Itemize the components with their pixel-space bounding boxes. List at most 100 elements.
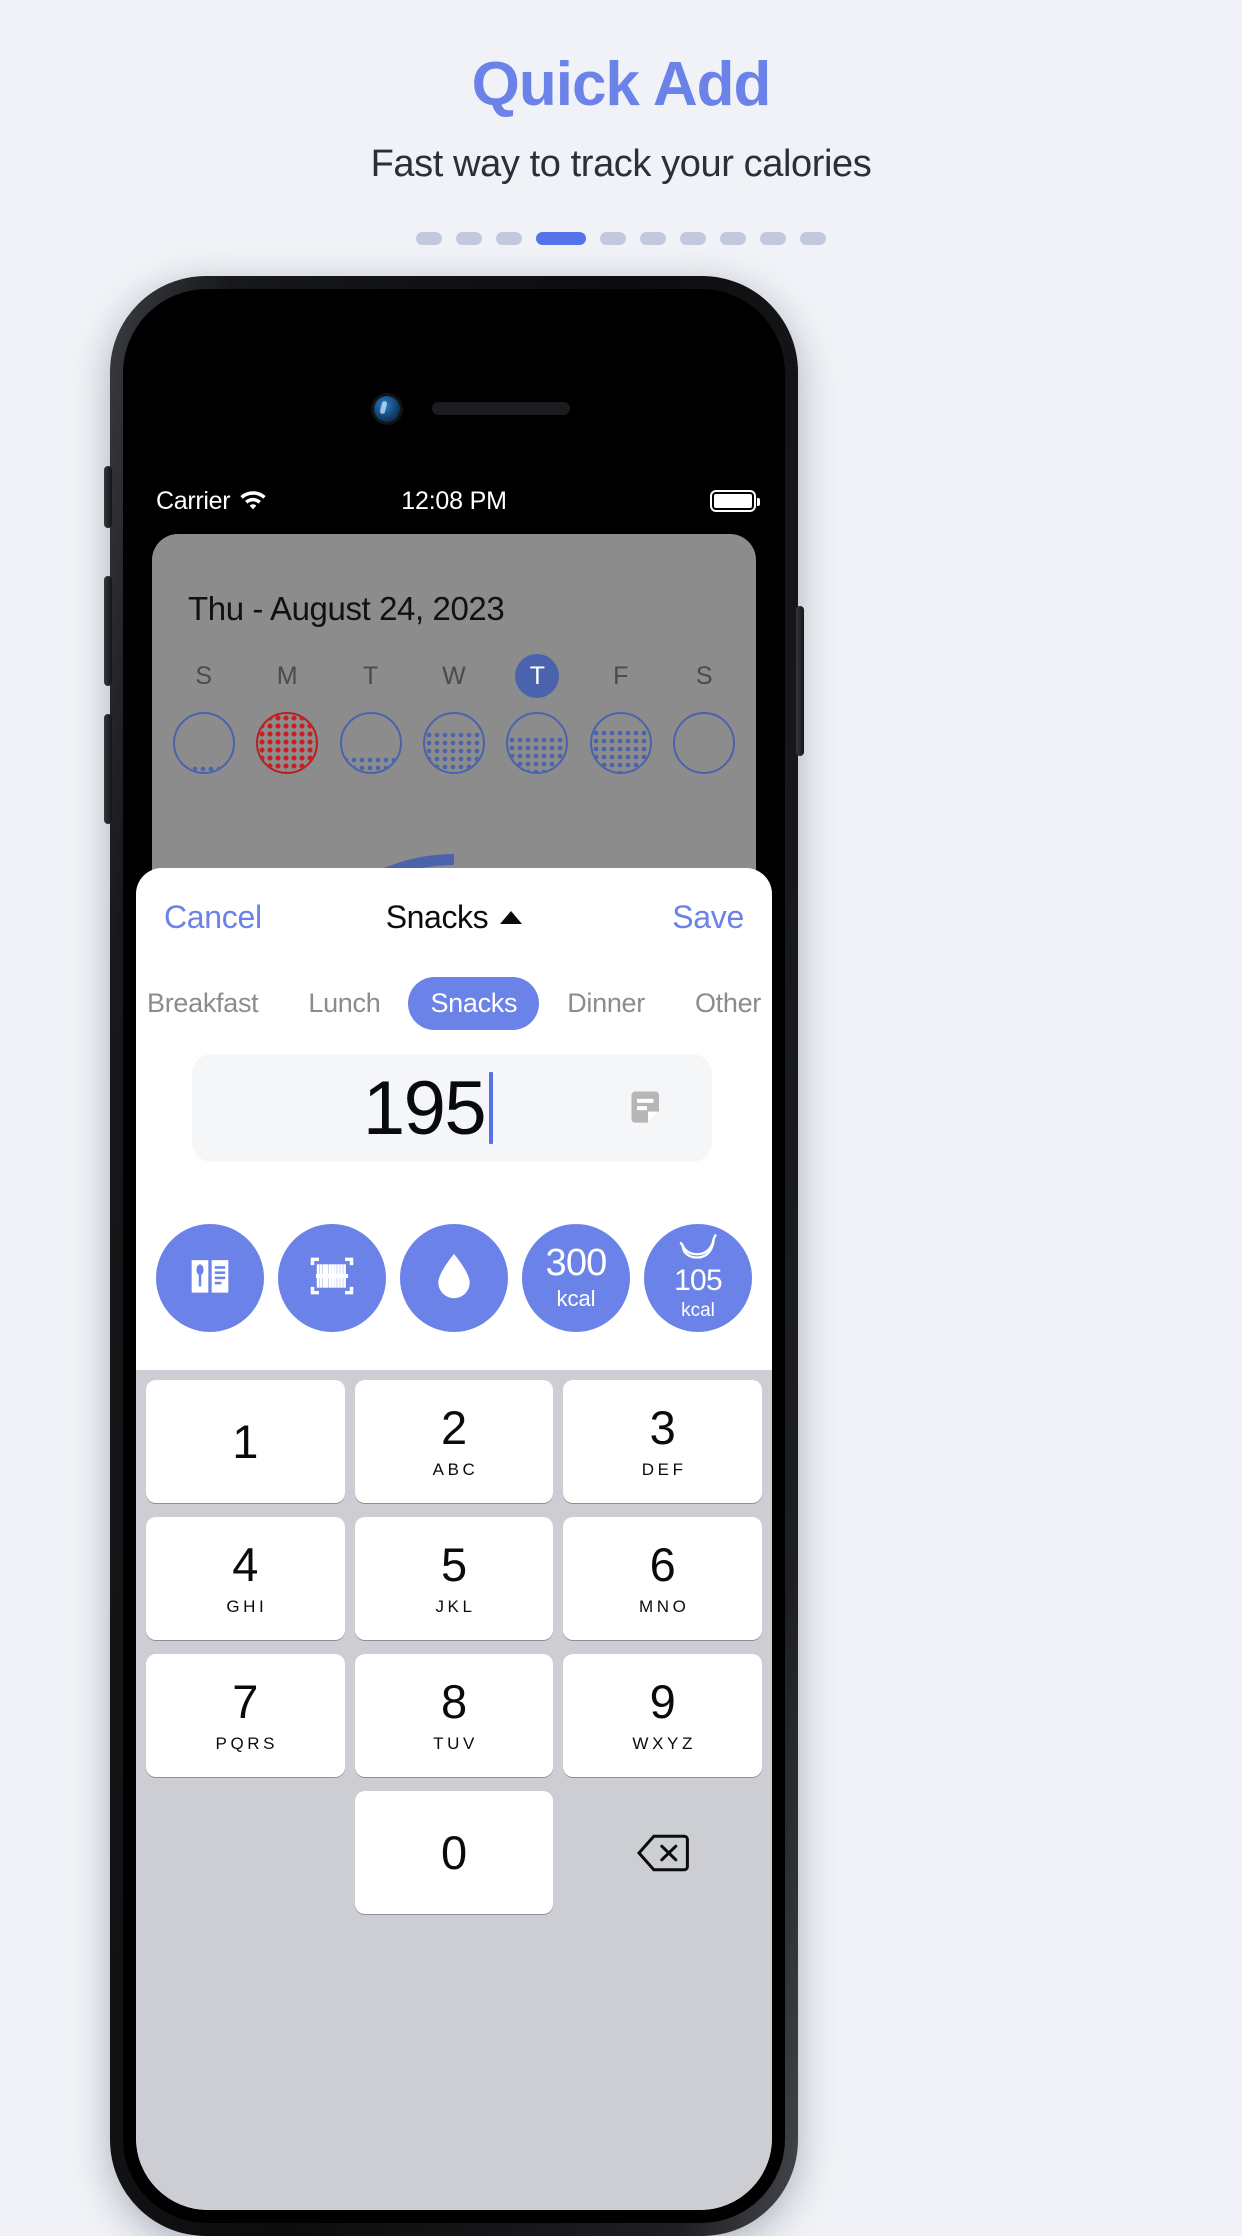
barcode-scan-icon xyxy=(306,1250,358,1307)
clock-label: 12:08 PM xyxy=(401,486,507,515)
chevron-up-icon xyxy=(500,910,523,924)
recipe-book-button[interactable] xyxy=(156,1224,264,1332)
keypad-key-0[interactable]: 0 xyxy=(354,1791,554,1914)
pagination-dots[interactable] xyxy=(0,230,1242,246)
week-day-label: T xyxy=(362,661,379,690)
volume-up-button[interactable] xyxy=(104,576,112,686)
keypad-key-7[interactable]: 7 PQRS xyxy=(146,1654,345,1777)
week-day-label: F xyxy=(613,661,629,690)
pagination-dot[interactable] xyxy=(456,231,482,245)
keypad-row: 7 PQRS 8 TUV 9 WXYZ xyxy=(141,1654,767,1777)
keypad-key-letters: JKL xyxy=(435,1596,476,1616)
quick-action-row[interactable]: 300 kcal 105 kcal xyxy=(136,1198,772,1358)
week-day-progress-ring xyxy=(256,712,319,774)
week-day[interactable]: S xyxy=(663,654,746,774)
pagination-dot[interactable] xyxy=(680,231,706,245)
quick-add-sheet: Cancel Snacks Save Breakfast Lunch Snacks D… xyxy=(136,868,772,2210)
progress-fill xyxy=(508,736,567,772)
pagination-dot[interactable] xyxy=(800,231,826,245)
keypad-key-letters: MNO xyxy=(638,1596,690,1616)
calorie-input-value-wrap: 195 xyxy=(192,1065,618,1152)
meal-tab-snacks[interactable]: Snacks xyxy=(408,976,540,1030)
sheet-title-label: Snacks xyxy=(385,898,489,935)
keypad-spacer xyxy=(146,1791,345,1914)
keypad-key-8[interactable]: 8 TUV xyxy=(354,1654,554,1777)
quick-300-kcal-button[interactable]: 300 kcal xyxy=(522,1224,630,1332)
quick-banana-button[interactable]: 105 kcal xyxy=(644,1224,752,1332)
keypad-key-number: 5 xyxy=(440,1537,468,1591)
barcode-scan-button[interactable] xyxy=(278,1224,386,1332)
keypad-key-letters: PQRS xyxy=(215,1733,279,1753)
progress-fill xyxy=(591,729,650,772)
page-title: Quick Add xyxy=(471,50,772,119)
week-day-progress-ring xyxy=(589,712,652,774)
week-day[interactable]: S xyxy=(162,654,245,774)
progress-fill xyxy=(258,714,317,772)
volume-down-button[interactable] xyxy=(104,714,112,824)
week-day-label: S xyxy=(195,661,213,690)
meal-tab-other[interactable]: Other xyxy=(673,977,772,1030)
battery-full-icon xyxy=(710,490,760,512)
meal-type-tabs[interactable]: Breakfast Lunch Snacks Dinner Other xyxy=(136,966,772,1040)
meal-tab-dinner[interactable]: Dinner xyxy=(545,977,667,1030)
week-day[interactable]: M xyxy=(245,654,328,774)
text-cursor xyxy=(489,1072,494,1144)
week-day[interactable]: F xyxy=(579,654,662,774)
pagination-dot[interactable] xyxy=(720,231,746,245)
keypad-key-number: 9 xyxy=(649,1674,676,1728)
note-icon[interactable] xyxy=(618,1086,678,1130)
keypad-key-number: 0 xyxy=(440,1826,468,1879)
week-strip[interactable]: SMTWTFS xyxy=(162,654,746,774)
keypad-key-number: 4 xyxy=(232,1537,259,1591)
keypad-key-number: 1 xyxy=(232,1415,259,1468)
keypad-key-letters: GHI xyxy=(226,1596,268,1616)
pagination-dot[interactable] xyxy=(416,231,442,245)
week-day[interactable]: T xyxy=(329,654,412,774)
keypad-delete-key[interactable] xyxy=(563,1791,762,1914)
power-button[interactable] xyxy=(796,606,804,756)
phone-bezel: Carrier 12:08 PM Thu - August 24, 2023 S… xyxy=(123,289,785,2223)
keypad-key-6[interactable]: 6 MNO xyxy=(563,1517,763,1640)
keypad-key-2[interactable]: 2 ABC xyxy=(354,1380,554,1503)
keypad-key-5[interactable]: 5 JKL xyxy=(354,1517,554,1640)
meal-tab-breakfast[interactable]: Breakfast xyxy=(136,977,280,1030)
keypad-key-letters: TUV xyxy=(433,1733,478,1753)
silence-switch[interactable] xyxy=(104,466,112,528)
numeric-keypad[interactable]: 1 2 ABC 3 DEF 4 GHI 5 JKL 6 MNO 7 PQRS 8 TUV 9 WXYZ 0 xyxy=(136,1370,772,2210)
keypad-key-number: 7 xyxy=(232,1674,259,1728)
keypad-row: 1 2 ABC 3 DEF xyxy=(141,1380,767,1503)
keypad-key-letters: ABC xyxy=(432,1459,479,1479)
week-day[interactable]: T xyxy=(496,654,579,774)
week-day-progress-ring xyxy=(673,712,736,774)
quick-banana-value: 105 xyxy=(674,1264,722,1298)
pagination-dot[interactable] xyxy=(640,231,666,245)
status-bar-right xyxy=(710,490,760,512)
date-title: Thu - August 24, 2023 xyxy=(188,590,505,627)
keypad-row: 0 xyxy=(141,1791,767,1914)
calorie-input-value: 195 xyxy=(362,1065,487,1151)
pagination-dot[interactable] xyxy=(760,231,786,245)
sheet-title[interactable]: Snacks xyxy=(136,899,772,936)
water-drop-icon xyxy=(431,1250,477,1307)
week-day-progress-ring xyxy=(172,712,235,774)
keypad-key-3[interactable]: 3 DEF xyxy=(563,1380,763,1503)
water-drop-button[interactable] xyxy=(400,1224,508,1332)
meal-tab-lunch[interactable]: Lunch xyxy=(286,977,402,1030)
quick-300-value: 300 xyxy=(545,1241,607,1284)
pagination-dot[interactable] xyxy=(496,231,522,245)
pagination-dot[interactable] xyxy=(536,231,586,245)
calorie-input-field[interactable]: 195 xyxy=(192,1054,712,1162)
week-day-label: T xyxy=(515,654,560,698)
keypad-key-4[interactable]: 4 GHI xyxy=(146,1517,345,1640)
week-day-label: S xyxy=(695,661,713,690)
week-day-progress-ring xyxy=(506,712,569,774)
keypad-row: 4 GHI 5 JKL 6 MNO xyxy=(141,1517,767,1640)
status-bar: Carrier 12:08 PM xyxy=(136,480,772,522)
keypad-key-1[interactable]: 1 xyxy=(146,1380,345,1503)
week-day[interactable]: W xyxy=(412,654,495,774)
progress-fill xyxy=(424,731,483,772)
pagination-dot[interactable] xyxy=(600,231,626,245)
week-day-progress-ring xyxy=(339,712,402,774)
progress-fill xyxy=(174,765,233,772)
keypad-key-9[interactable]: 9 WXYZ xyxy=(563,1654,763,1777)
